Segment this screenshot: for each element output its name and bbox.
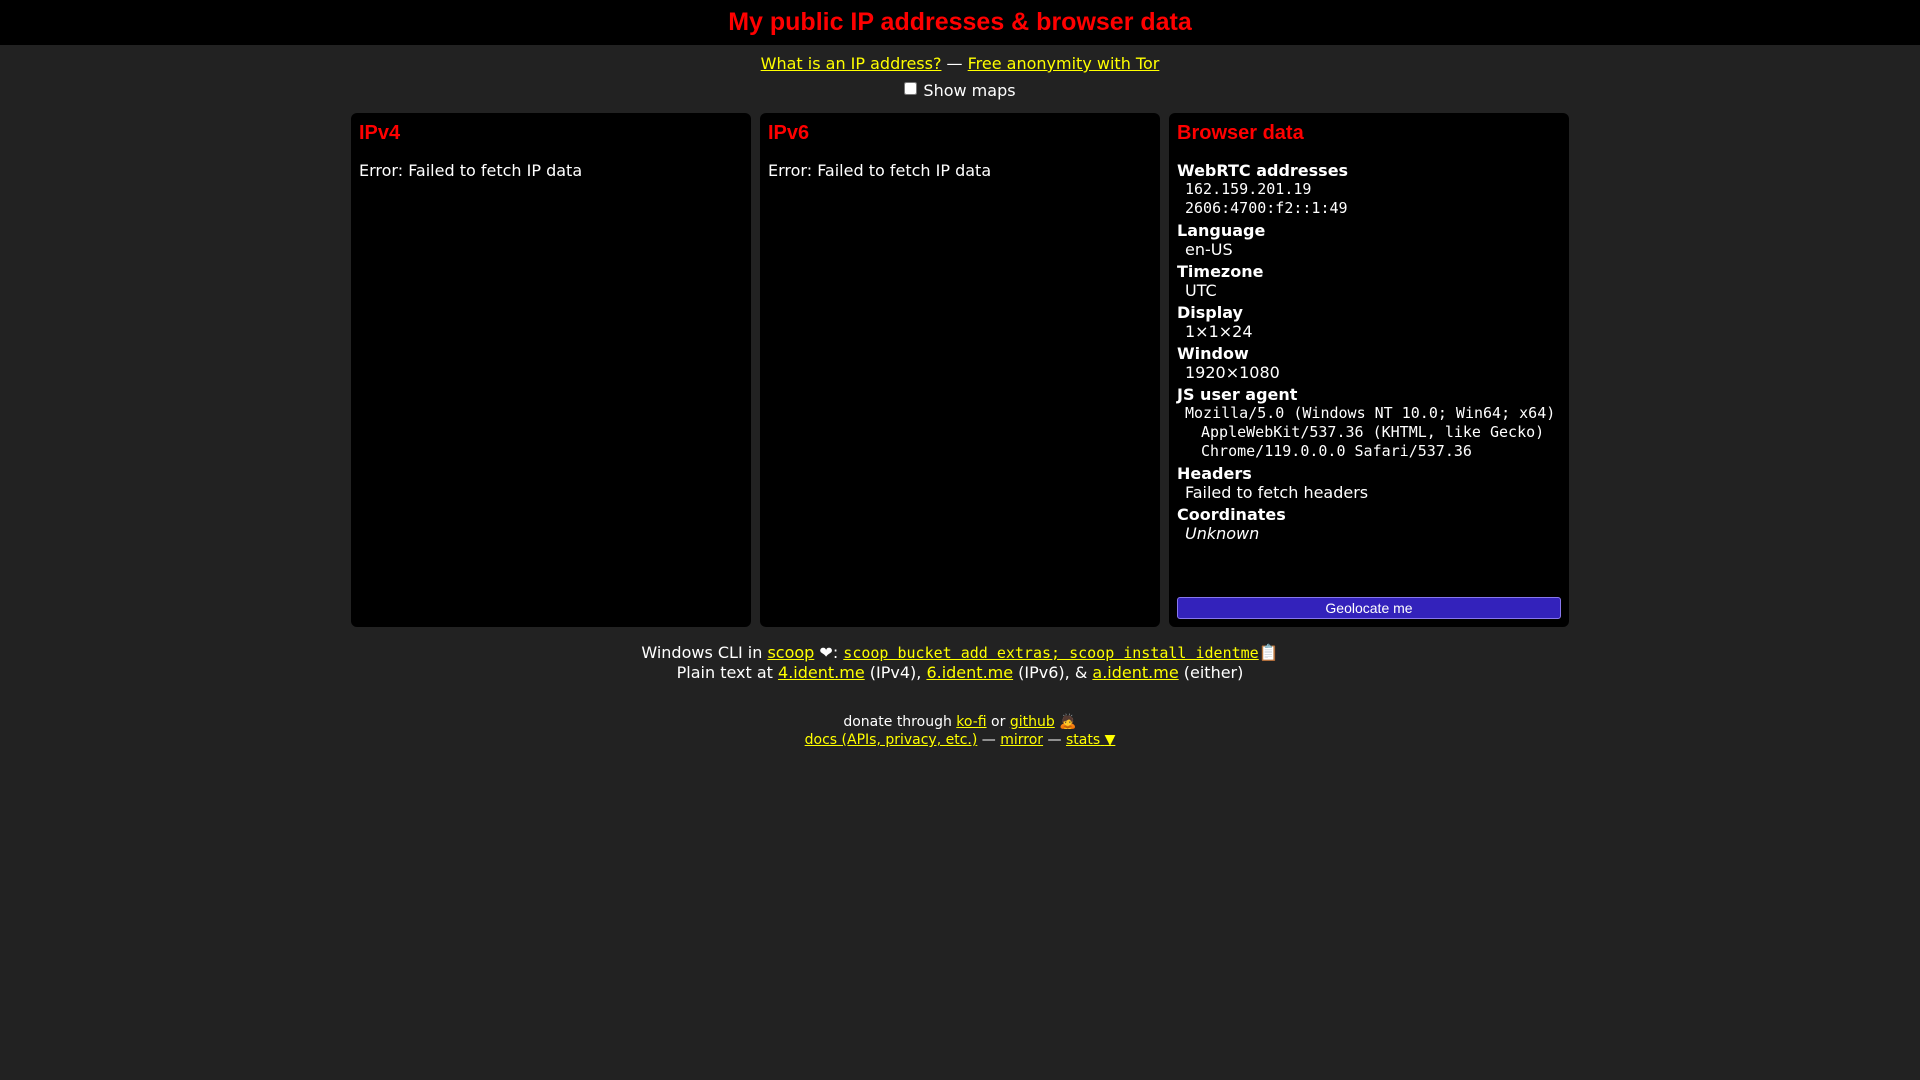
cli-prefix: Windows CLI in bbox=[641, 643, 768, 662]
stats-label: stats bbox=[1065, 732, 1101, 748]
footer-separator-2: — bbox=[1043, 732, 1066, 748]
plain-prefix: Plain text at bbox=[676, 663, 779, 682]
coordinates-field: Coordinates Unknown bbox=[1177, 505, 1561, 543]
panels: IPv4 Error: Failed to fetch IP data IPv6… bbox=[351, 113, 1569, 627]
ipv4-error: Error: Failed to fetch IP data bbox=[359, 161, 583, 180]
show-maps-label: Show maps bbox=[923, 81, 1016, 100]
ipv6-title: IPv6 bbox=[768, 122, 810, 144]
top-links: What is an IP address? — Free anonymity … bbox=[0, 52, 1920, 76]
timezone-value: UTC bbox=[1185, 281, 1217, 300]
cli-colon: : bbox=[832, 643, 844, 662]
heart-icon: ❤ bbox=[819, 643, 833, 662]
any-plain-note: (either) bbox=[1178, 663, 1244, 682]
language-value: en-US bbox=[1185, 240, 1233, 259]
language-field: Language en-US bbox=[1177, 221, 1561, 259]
timezone-label: Timezone bbox=[1177, 262, 1264, 281]
docs-link[interactable]: docs (APIs, privacy, etc.) bbox=[805, 732, 978, 748]
stats-link[interactable]: stats ▼ bbox=[1066, 732, 1115, 748]
user-agent-label: JS user agent bbox=[1177, 385, 1298, 404]
window-field: Window 1920×1080 bbox=[1177, 344, 1561, 382]
coordinates-value: Unknown bbox=[1185, 524, 1260, 543]
github-link[interactable]: github bbox=[1010, 714, 1055, 730]
webrtc-address-2: 2606:4700:f2::1:49 bbox=[1185, 199, 1348, 217]
what-is-ip-link[interactable]: What is an IP address? bbox=[761, 54, 942, 73]
scoop-link[interactable]: scoop bbox=[767, 643, 814, 662]
footer-links: docs (APIs, privacy, etc.) — mirror — st… bbox=[0, 731, 1920, 749]
plain-text-line: Plain text at 4.ident.me (IPv4), 6.ident… bbox=[0, 663, 1920, 683]
headers-value: Failed to fetch headers bbox=[1185, 483, 1369, 502]
clipboard-icon[interactable]: 📋 bbox=[1259, 643, 1279, 662]
page-title: My public IP addresses & browser data bbox=[728, 8, 1192, 36]
ipv4-title: IPv4 bbox=[359, 122, 401, 144]
bow-icon: 🙇 bbox=[1059, 714, 1077, 730]
donate-prefix: donate through bbox=[843, 714, 957, 730]
any-plain-link[interactable]: a.ident.me bbox=[1092, 663, 1178, 682]
user-agent-value: Mozilla/5.0 (Windows NT 10.0; Win64; x64… bbox=[1185, 404, 1556, 460]
ipv4-plain-note: (IPv4), bbox=[864, 663, 927, 682]
window-value: 1920×1080 bbox=[1185, 363, 1280, 382]
display-value: 1×1×24 bbox=[1185, 322, 1253, 341]
stats-arrow-icon: ▼ bbox=[1104, 732, 1116, 748]
webrtc-field: WebRTC addresses 162.159.201.19 2606:470… bbox=[1177, 161, 1561, 218]
webrtc-label: WebRTC addresses bbox=[1177, 161, 1349, 180]
page-header: My public IP addresses & browser data bbox=[0, 0, 1920, 45]
windows-cli-line: Windows CLI in scoop ❤: scoop bucket add… bbox=[0, 643, 1920, 663]
footer-separator-1: — bbox=[977, 732, 1001, 748]
geolocate-button[interactable]: Geolocate me bbox=[1177, 597, 1561, 619]
tor-link[interactable]: Free anonymity with Tor bbox=[968, 54, 1160, 73]
coordinates-label: Coordinates bbox=[1177, 505, 1286, 524]
ipv6-plain-note: (IPv6), & bbox=[1013, 663, 1093, 682]
headers-field: Headers Failed to fetch headers bbox=[1177, 464, 1561, 502]
user-agent-field: JS user agent Mozilla/5.0 (Windows NT 10… bbox=[1177, 385, 1561, 461]
link-separator: — bbox=[941, 54, 968, 73]
ipv4-panel: IPv4 Error: Failed to fetch IP data bbox=[351, 113, 751, 627]
kofi-link[interactable]: ko-fi bbox=[956, 714, 986, 730]
ipv6-panel: IPv6 Error: Failed to fetch IP data bbox=[760, 113, 1160, 627]
scoop-command[interactable]: scoop bucket add extras; scoop install i… bbox=[843, 644, 1258, 662]
donate-or: or bbox=[986, 714, 1010, 730]
language-label: Language bbox=[1177, 221, 1266, 240]
browser-data-panel: Browser data WebRTC addresses 162.159.20… bbox=[1169, 113, 1569, 627]
timezone-field: Timezone UTC bbox=[1177, 262, 1561, 300]
window-label: Window bbox=[1177, 344, 1249, 363]
ipv6-error: Error: Failed to fetch IP data bbox=[768, 161, 992, 180]
ipv6-plain-link[interactable]: 6.ident.me bbox=[926, 663, 1013, 682]
show-maps-checkbox[interactable] bbox=[904, 82, 918, 95]
headers-label: Headers bbox=[1177, 464, 1252, 483]
show-maps-toggle: Show maps bbox=[0, 80, 1920, 102]
display-field: Display 1×1×24 bbox=[1177, 303, 1561, 341]
donate-line: donate through ko-fi or github 🙇 bbox=[0, 713, 1920, 731]
mirror-link[interactable]: mirror bbox=[1000, 732, 1043, 748]
ipv4-plain-link[interactable]: 4.ident.me bbox=[778, 663, 865, 682]
display-label: Display bbox=[1177, 303, 1243, 322]
webrtc-address-1: 162.159.201.19 bbox=[1185, 180, 1312, 198]
browser-data-title: Browser data bbox=[1177, 122, 1304, 144]
footer: donate through ko-fi or github 🙇 docs (A… bbox=[0, 713, 1920, 749]
